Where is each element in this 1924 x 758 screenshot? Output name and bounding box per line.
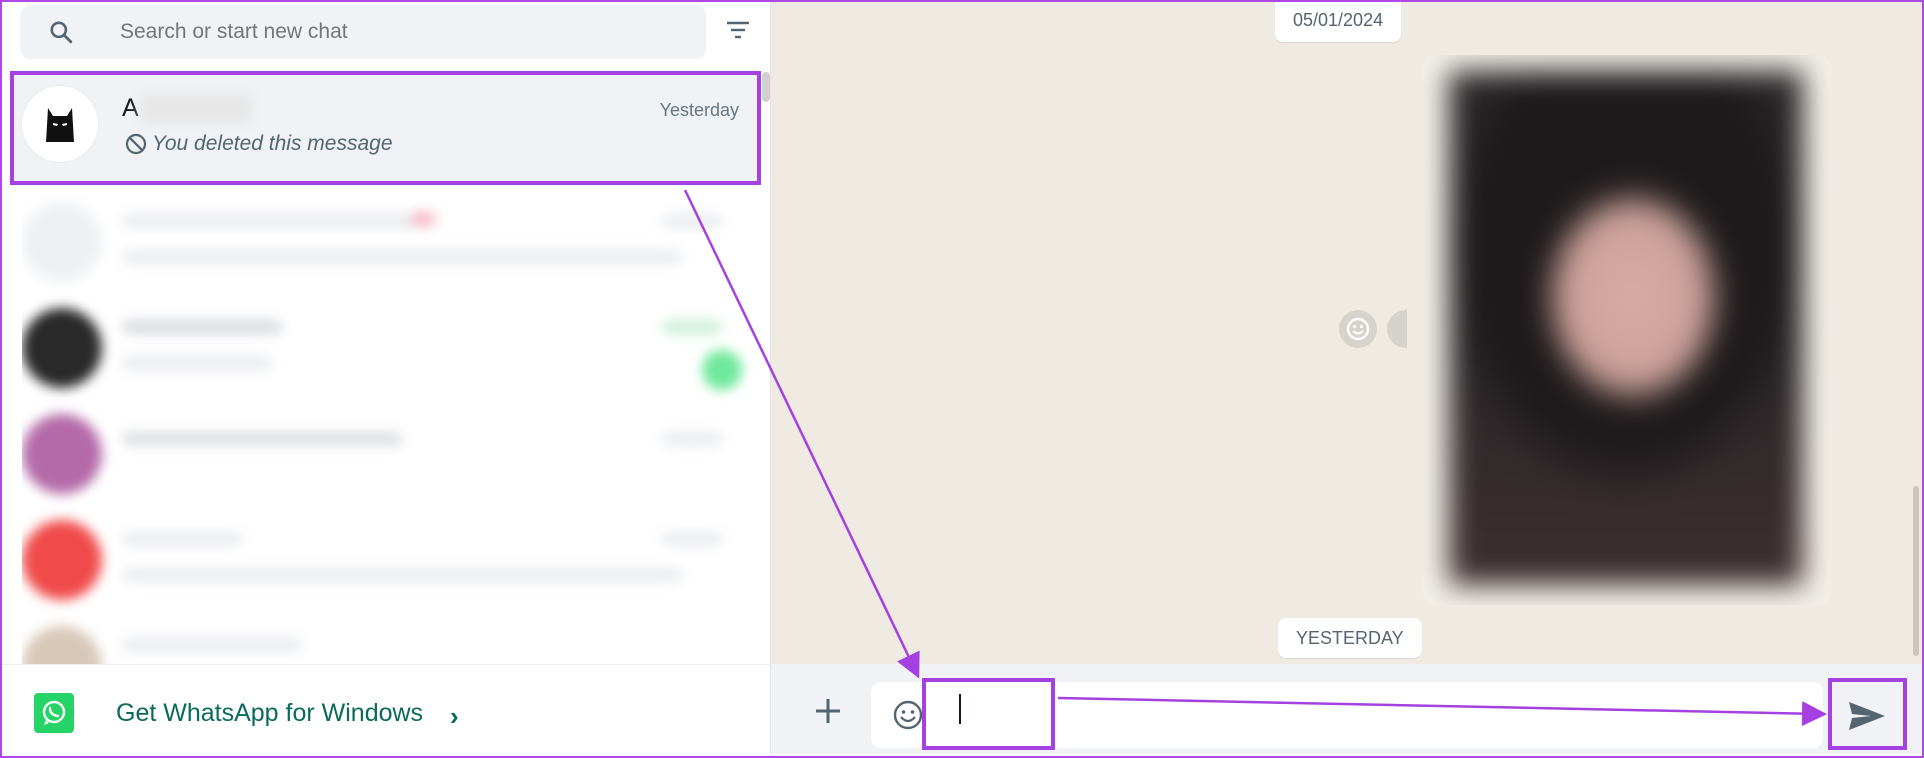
image-border <box>0 0 1924 758</box>
